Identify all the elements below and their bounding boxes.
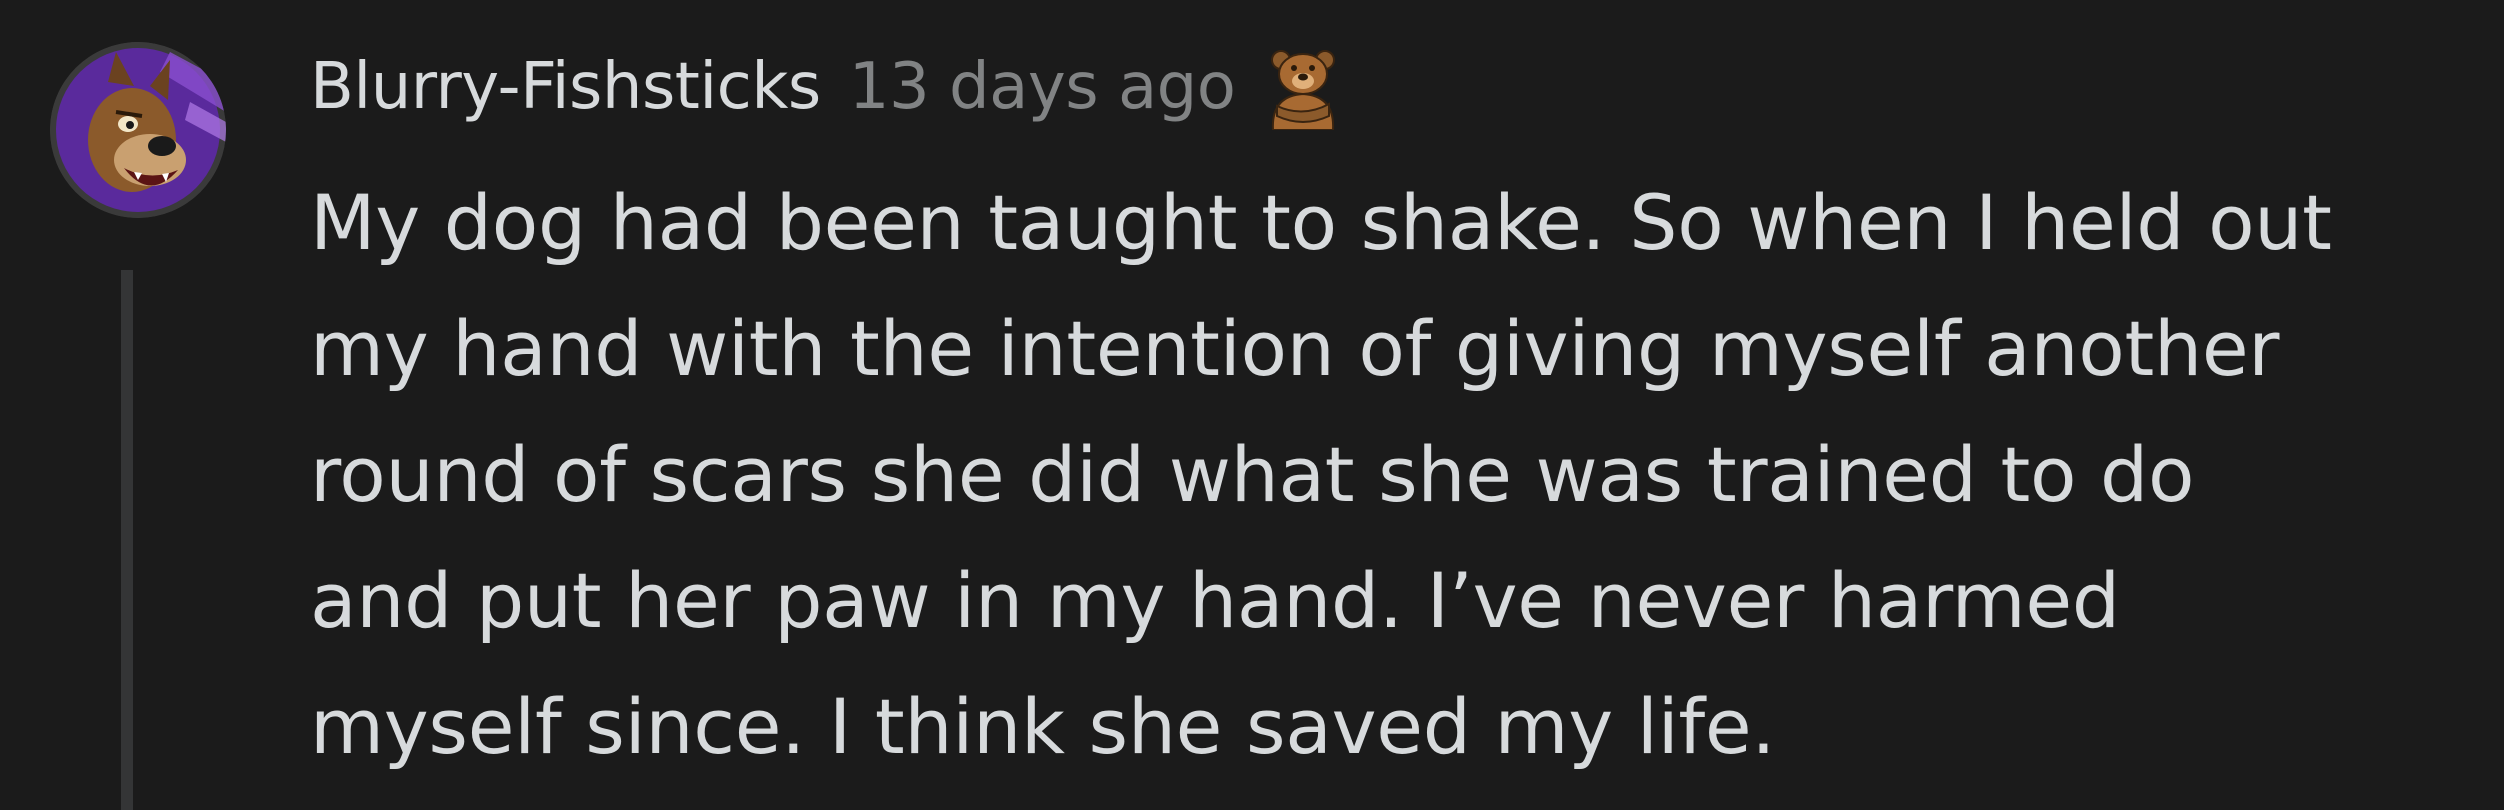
comment-body-line: and put her paw in my hand. I’ve never h… [310, 556, 2120, 645]
user-avatar[interactable] [50, 42, 226, 218]
thread-collapse-line[interactable] [121, 270, 133, 810]
timestamp[interactable]: 13 days ago [849, 50, 1236, 124]
comment-body-line: My dog had been taught to shake. So when… [310, 178, 2332, 267]
comment-body: My dog had been taught to shake. So when… [310, 160, 2490, 790]
username-link[interactable]: Blurry-Fishsticks [310, 50, 821, 124]
comment-body-line: myself since. I think she saved my life. [310, 682, 1776, 771]
cartoon-dog-avatar [50, 42, 226, 218]
comment: Blurry-Fishsticks 13 days ago My dog had… [0, 0, 2504, 810]
comment-body-line: round of scars she did what she was trai… [310, 430, 2195, 519]
bear-arms-crossed-icon [1271, 50, 1336, 130]
comment-header: Blurry-Fishsticks 13 days ago [310, 44, 1343, 130]
comment-body-line: my hand with the intention of giving mys… [310, 304, 2280, 393]
